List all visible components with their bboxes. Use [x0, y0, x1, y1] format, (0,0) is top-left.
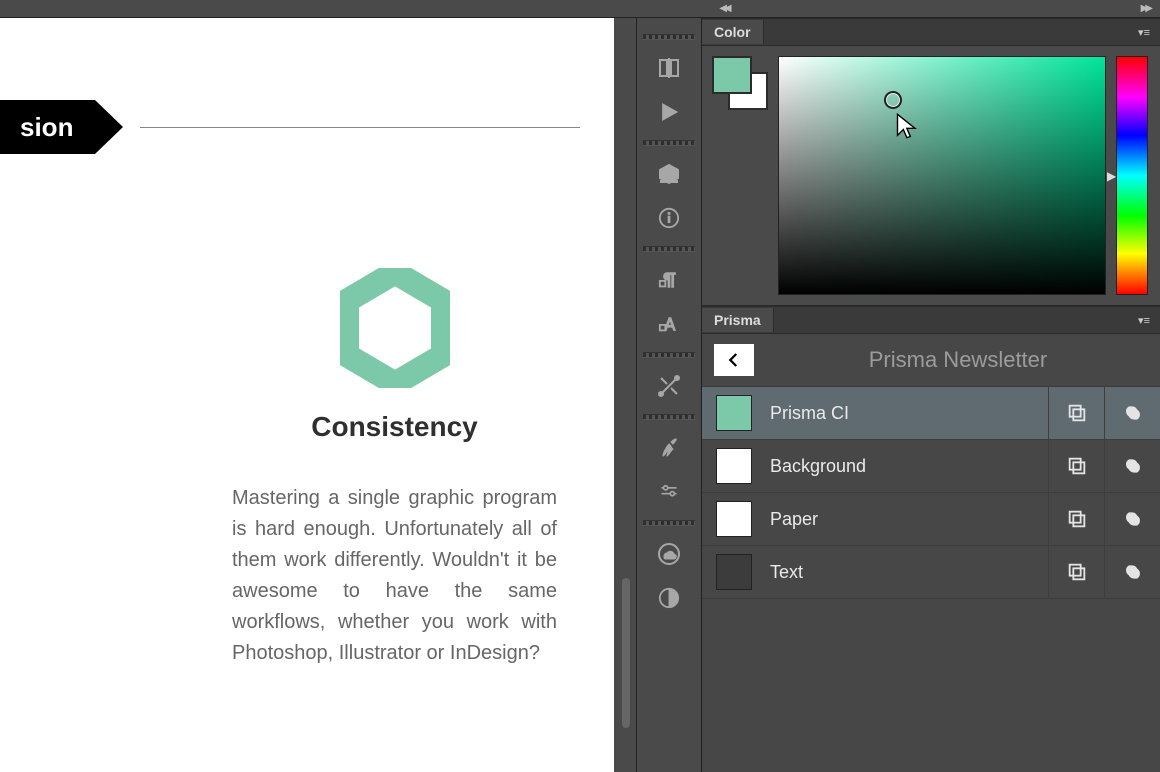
hue-slider-thumb[interactable]: ▶ — [1107, 169, 1116, 183]
copy-icon[interactable] — [1048, 546, 1104, 598]
swatch-icon — [716, 501, 752, 537]
tool-separator — [643, 246, 695, 252]
panel-top-bar: ◀◀ ▶▶ — [0, 0, 1160, 18]
copy-icon[interactable] — [1048, 440, 1104, 492]
info-icon[interactable] — [647, 198, 691, 238]
feature-body-1: ns within Let's create o our mental the … — [0, 500, 130, 717]
link-icon[interactable] — [1104, 546, 1160, 598]
swatch-name: Prisma CI — [770, 403, 1048, 424]
color-panel-tab[interactable]: Color — [702, 20, 764, 44]
contrast-icon[interactable] — [647, 578, 691, 618]
character-panel-icon[interactable] — [647, 304, 691, 344]
tools-icon[interactable] — [647, 366, 691, 406]
main-row: sion xt ns within Let's create o our men… — [0, 18, 1160, 772]
fg-bg-swatch[interactable] — [712, 56, 768, 112]
color-panel-header: Color ▾≡ — [702, 18, 1160, 46]
prisma-row[interactable]: Background — [702, 440, 1160, 493]
document-area[interactable]: sion xt ns within Let's create o our men… — [0, 18, 636, 772]
banner-tag: sion — [0, 100, 95, 154]
color-panel-body: ▶ — [702, 46, 1160, 306]
panel-menu-icon[interactable]: ▾≡ — [1128, 26, 1160, 39]
prisma-panel-body: Prisma Newsletter Prisma CI Background Pap… — [702, 334, 1160, 772]
prisma-panel-tab[interactable]: Prisma — [702, 308, 774, 332]
swatch-icon — [716, 554, 752, 590]
feature-body-2: Mastering a single graphic program is ha… — [232, 483, 557, 669]
back-button[interactable] — [714, 344, 754, 376]
copy-icon[interactable] — [1048, 493, 1104, 545]
document-canvas[interactable]: sion xt ns within Let's create o our men… — [0, 18, 614, 772]
creative-cloud-icon[interactable] — [647, 534, 691, 574]
fg-color-swatch[interactable] — [712, 56, 752, 94]
prisma-row[interactable]: Text — [702, 546, 1160, 599]
link-icon[interactable] — [1104, 493, 1160, 545]
app-root: ◀◀ ▶▶ sion xt ns within Let's create o o… — [0, 0, 1160, 772]
play-icon[interactable] — [647, 92, 691, 132]
sv-color-field[interactable] — [778, 56, 1106, 295]
collapse-left-icon[interactable]: ◀◀ — [713, 3, 734, 14]
paragraph-panel-icon[interactable] — [647, 260, 691, 300]
panel-menu-icon[interactable]: ▾≡ — [1128, 314, 1160, 327]
align-panel-icon[interactable] — [647, 48, 691, 88]
tool-separator — [643, 414, 695, 420]
feature-title-1: xt — [0, 428, 130, 460]
prisma-swatch-list: Prisma CI Background Paper Text — [702, 387, 1160, 772]
tool-separator — [643, 520, 695, 526]
collapse-right-icon[interactable]: ▶▶ — [1135, 3, 1156, 14]
swatch-name: Paper — [770, 509, 1048, 530]
prisma-panel-header: Prisma ▾≡ — [702, 306, 1160, 334]
swatch-icon — [716, 448, 752, 484]
cursor-icon — [894, 112, 922, 145]
hue-slider[interactable]: ▶ — [1116, 56, 1148, 295]
swatch-icon — [716, 395, 752, 431]
feature-col-consistency: Consistency Mastering a single graphic p… — [232, 268, 557, 689]
prisma-breadcrumb: Prisma Newsletter — [702, 334, 1160, 387]
tool-separator — [643, 34, 695, 40]
panel-column: Color ▾≡ — [702, 18, 1160, 772]
hexagon-icon — [340, 268, 450, 393]
brushes-icon[interactable] — [647, 428, 691, 468]
package-icon[interactable] — [647, 154, 691, 194]
prisma-row[interactable]: Paper — [702, 493, 1160, 546]
feature-title-2: Consistency — [232, 411, 557, 443]
feature-col-context: xt ns within Let's create o our mental t… — [0, 268, 130, 737]
sv-picker-ring[interactable] — [884, 91, 902, 109]
link-icon[interactable] — [1104, 387, 1160, 439]
prisma-row[interactable]: Prisma CI — [702, 387, 1160, 440]
swatch-name: Background — [770, 456, 1048, 477]
banner-tag-text: sion — [20, 112, 73, 142]
copy-icon[interactable] — [1048, 387, 1104, 439]
tool-separator — [643, 140, 695, 146]
tool-strip — [636, 18, 702, 772]
tool-separator — [643, 352, 695, 358]
adjustments-icon[interactable] — [647, 472, 691, 512]
banner-rule — [140, 127, 580, 128]
prisma-collection-title: Prisma Newsletter — [772, 347, 1144, 373]
swatch-name: Text — [770, 562, 1048, 583]
scroll-thumb[interactable] — [622, 578, 630, 728]
link-icon[interactable] — [1104, 440, 1160, 492]
